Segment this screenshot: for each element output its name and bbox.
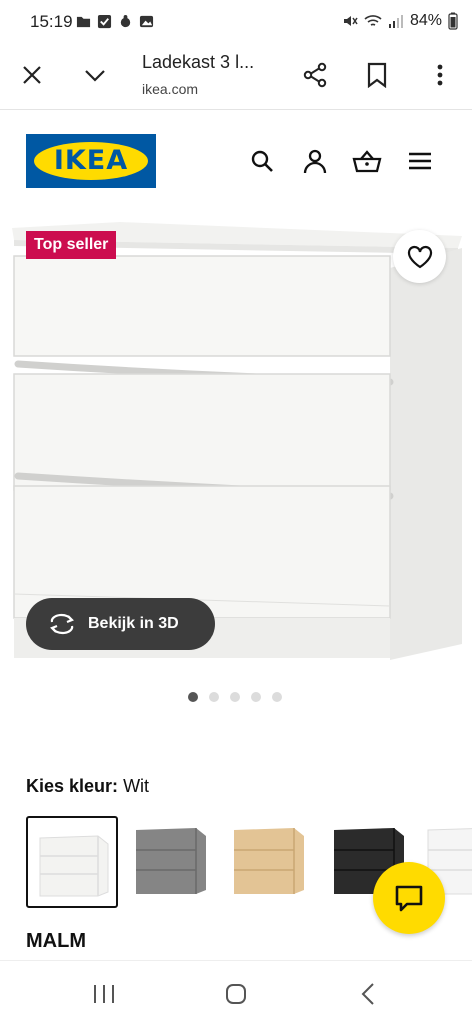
wifi-icon	[364, 15, 382, 26]
selected-color: Wit	[123, 776, 150, 796]
logo-text: IKEA	[53, 145, 129, 176]
view-3d-button[interactable]: Bekijk in 3D	[26, 598, 215, 650]
chat-icon	[395, 885, 423, 912]
page-url[interactable]: ikea.com	[142, 81, 198, 97]
search-button[interactable]	[247, 146, 277, 176]
view-3d-label: Bekijk in 3D	[88, 615, 179, 632]
share-icon	[303, 62, 327, 88]
checkbox-icon	[97, 14, 112, 29]
menu-button[interactable]	[405, 146, 435, 176]
chevron-down-icon	[85, 70, 105, 82]
product-name: MALM	[26, 930, 86, 952]
carousel-dot[interactable]	[272, 692, 282, 702]
carousel-dot[interactable]	[188, 692, 198, 702]
browser-toolbar: Ladekast 3 l... ikea.com	[0, 44, 472, 110]
account-button[interactable]	[300, 146, 330, 176]
menu-icon	[409, 152, 431, 170]
status-bar: 15:19 84%	[0, 0, 472, 44]
system-nav-bar	[0, 960, 472, 1024]
bookmark-icon	[367, 62, 387, 88]
top-seller-badge: Top seller	[26, 231, 117, 259]
color-label: Kies kleur: Wit	[26, 776, 149, 797]
more-vert-icon	[437, 64, 443, 86]
bookmark-button[interactable]	[360, 58, 394, 92]
carousel-dot[interactable]	[251, 692, 261, 702]
search-icon	[251, 150, 273, 172]
image-icon	[139, 15, 154, 28]
swatch-oak[interactable]	[226, 816, 318, 908]
chat-button[interactable]	[373, 862, 445, 934]
battery-text: 84%	[409, 12, 442, 29]
battery-icon	[448, 12, 458, 30]
signal-icon	[388, 15, 403, 28]
collapse-button[interactable]	[78, 58, 112, 92]
hand-icon	[120, 14, 131, 28]
carousel-dot[interactable]	[209, 692, 219, 702]
status-right: 84%	[342, 12, 458, 30]
page-title[interactable]: Ladekast 3 l...	[142, 52, 254, 73]
recents-icon	[94, 985, 114, 1003]
rotate-3d-icon	[50, 613, 74, 635]
back-icon	[361, 983, 374, 1005]
folder-icon	[76, 16, 91, 28]
back-button[interactable]	[348, 979, 388, 1009]
swatch-grey-image	[136, 828, 206, 894]
swatch-white-image	[39, 835, 109, 897]
home-icon	[226, 984, 246, 1004]
recents-button[interactable]	[84, 979, 124, 1009]
status-time: 15:19	[30, 12, 73, 31]
swatch-grey[interactable]	[128, 816, 220, 908]
basket-icon	[352, 150, 382, 173]
swatch-white[interactable]	[26, 816, 118, 908]
home-button[interactable]	[216, 979, 256, 1009]
carousel-dots	[188, 692, 282, 702]
ikea-logo[interactable]: IKEA	[26, 134, 156, 188]
close-icon	[23, 66, 41, 84]
carousel-dot[interactable]	[230, 692, 240, 702]
close-button[interactable]	[15, 58, 49, 92]
color-label-prefix: Kies kleur:	[26, 776, 119, 796]
basket-button[interactable]	[352, 146, 382, 176]
swatch-oak-image	[234, 828, 304, 894]
account-icon	[303, 149, 327, 174]
heart-icon	[407, 245, 432, 268]
share-button[interactable]	[298, 58, 332, 92]
more-button[interactable]	[423, 58, 457, 92]
favourite-button[interactable]	[393, 230, 446, 283]
mute-icon	[343, 16, 358, 26]
